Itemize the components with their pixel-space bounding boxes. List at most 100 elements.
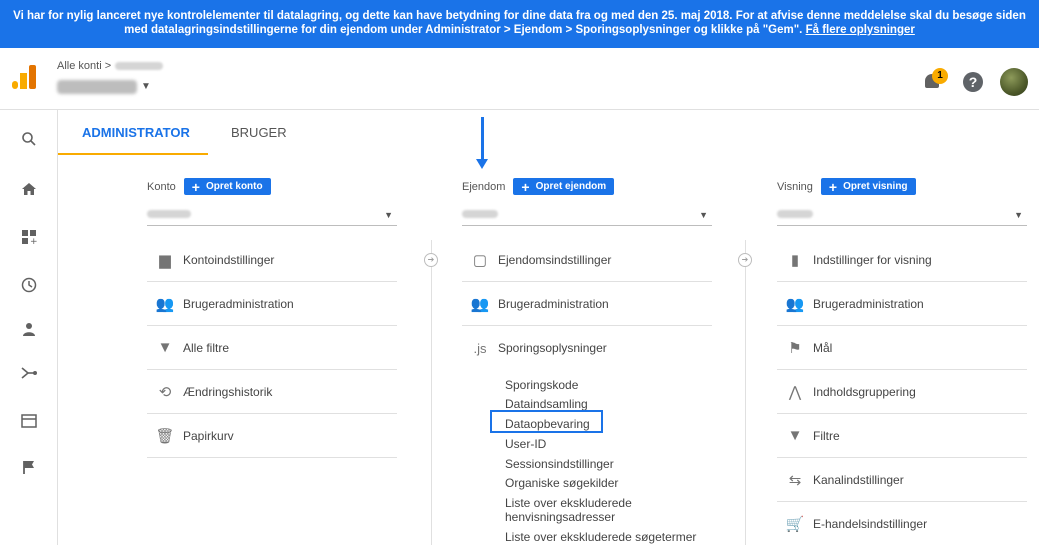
property-column: Ejendom + Opret ejendom ▼ ▢ Ejendomsindsti… <box>462 178 712 544</box>
people-icon: 👥 <box>785 295 805 313</box>
filter-icon: ▼ <box>157 339 173 356</box>
notification-badge: 1 <box>932 68 948 84</box>
highlight-box <box>490 410 603 433</box>
notifications-button[interactable]: 1 <box>922 68 948 92</box>
clock-icon[interactable] <box>0 270 58 300</box>
menu-label: Kontoindstillinger <box>183 252 275 267</box>
submenu-search-term-exclusion-list[interactable]: Liste over ekskluderede søgetermer <box>505 530 705 544</box>
submenu-tracking-code[interactable]: Sporingskode <box>505 378 578 392</box>
account-select[interactable]: ▼ <box>147 206 397 226</box>
menu-label: Indholdsgruppering <box>813 384 916 399</box>
create-account-button[interactable]: + Opret konto <box>183 178 271 195</box>
js-icon: .js <box>473 340 487 356</box>
account-name <box>57 79 137 94</box>
behavior-icon[interactable] <box>0 406 58 436</box>
view-select[interactable]: ▼ <box>777 206 1027 226</box>
active-tab-indicator <box>58 153 208 155</box>
create-property-label: Opret ejendom <box>535 181 607 192</box>
property-label: Ejendom <box>462 180 506 193</box>
menu-label: Brugeradministration <box>183 296 294 311</box>
create-property-button[interactable]: + Opret ejendom <box>513 178 615 195</box>
menu-filters[interactable]: ▼ Filtre <box>777 414 1027 458</box>
menu-tracking-info[interactable]: .js Sporingsoplysninger <box>462 326 712 370</box>
create-view-label: Opret visning <box>843 181 908 192</box>
menu-all-filters[interactable]: ▼ Alle filtre <box>147 326 397 370</box>
chevron-down-icon: ▼ <box>1014 210 1023 220</box>
annotation-arrow <box>476 117 488 169</box>
column-divider <box>745 240 746 545</box>
menu-account-user-management[interactable]: 👥 Brugeradministration <box>147 282 397 326</box>
chevron-down-icon: ▼ <box>141 81 151 93</box>
submenu-organic-search-sources[interactable]: Organiske søgekilder <box>505 476 618 490</box>
breadcrumb-all-accounts[interactable]: Alle konti > <box>57 60 111 72</box>
submenu-referral-exclusion-list[interactable]: Liste over ekskluderede henvisningsadres… <box>505 496 705 524</box>
person-icon[interactable] <box>0 314 58 344</box>
menu-ecommerce-settings[interactable]: 🛒 E-handelsindstillinger <box>777 502 1027 546</box>
view-label: Visning <box>777 180 813 193</box>
customization-icon[interactable]: + <box>0 222 58 252</box>
breadcrumb[interactable]: Alle konti > <box>57 60 164 72</box>
arrow-right-icon: ➔ <box>424 253 438 267</box>
cart-icon: 🛒 <box>785 516 805 533</box>
property-select-value <box>462 210 498 218</box>
account-select-value <box>147 210 191 218</box>
chevron-down-icon: ▼ <box>384 210 393 220</box>
menu-label: Sporingsoplysninger <box>498 341 607 355</box>
account-label: Konto <box>147 180 176 193</box>
breadcrumb-account-name <box>115 62 164 71</box>
flag-icon: ⚑ <box>788 339 802 357</box>
menu-change-history[interactable]: ⟲ Ændringshistorik <box>147 370 397 414</box>
person-walking-icon: ⋀ <box>788 383 802 401</box>
menu-property-user-management[interactable]: 👥 Brugeradministration <box>462 282 712 326</box>
menu-label: Ændringshistorik <box>183 384 273 399</box>
admin-tabs: ADMINISTRATOR BRUGER <box>58 110 1039 155</box>
window-icon: ▢ <box>472 251 488 269</box>
menu-label: Mål <box>813 340 833 355</box>
menu-label: Alle filtre <box>183 340 230 355</box>
view-select-value <box>777 210 813 218</box>
menu-channel-settings[interactable]: ⇆ Kanalindstillinger <box>777 458 1027 502</box>
menu-view-user-management[interactable]: 👥 Brugeradministration <box>777 282 1027 326</box>
menu-label: E-handelsindstillinger <box>813 517 928 531</box>
submenu-data-collection[interactable]: Dataindsamling <box>505 397 588 411</box>
avatar[interactable] <box>1000 68 1028 96</box>
acquisition-icon[interactable] <box>0 358 58 388</box>
menu-view-settings[interactable]: ▮ Indstillinger for visning <box>777 238 1027 282</box>
menu-goals[interactable]: ⚑ Mål <box>777 326 1027 370</box>
menu-account-settings[interactable]: ▆ Kontoindstillinger <box>147 238 397 282</box>
submenu-user-id[interactable]: User-ID <box>505 437 546 451</box>
menu-label: Papirkurv <box>183 428 234 443</box>
analytics-logo-icon[interactable] <box>12 65 36 89</box>
submenu-session-settings[interactable]: Sessionsindstillinger <box>505 457 614 471</box>
tab-administrator[interactable]: ADMINISTRATOR <box>82 125 190 140</box>
document-icon: ▮ <box>790 251 800 269</box>
create-account-label: Opret konto <box>205 181 263 192</box>
search-icon[interactable] <box>0 124 58 154</box>
account-selector[interactable]: ▼ <box>57 78 151 96</box>
top-bar: Alle konti > ▼ 1 ? <box>0 48 1039 110</box>
create-view-button[interactable]: + Opret visning <box>820 178 916 195</box>
menu-label: Indstillinger for visning <box>813 252 932 267</box>
menu-content-grouping[interactable]: ⋀ Indholdsgruppering <box>777 370 1027 414</box>
help-icon[interactable]: ? <box>963 72 983 92</box>
tab-user[interactable]: BRUGER <box>231 125 287 140</box>
chevron-down-icon: ▼ <box>699 210 708 220</box>
property-select[interactable]: ▼ <box>462 206 712 226</box>
svg-text:+: + <box>30 237 37 245</box>
channel-icon: ⇆ <box>788 471 802 489</box>
home-icon[interactable] <box>0 174 58 204</box>
flag-icon[interactable] <box>0 452 58 482</box>
account-column: Konto + Opret konto ▼ ▆ Kontoindstillinger… <box>147 178 397 458</box>
banner-more-info-link[interactable]: Få flere oplysninger <box>806 24 915 36</box>
people-icon: 👥 <box>155 295 175 313</box>
view-column: Visning + Opret visning ▼ ▮ Indstillinger … <box>777 178 1027 533</box>
menu-trash[interactable]: 🗑 Papirkurv <box>147 414 397 458</box>
arrow-right-icon: ➔ <box>738 253 752 267</box>
menu-property-settings[interactable]: ▢ Ejendomsindstillinger <box>462 238 712 282</box>
menu-label: Brugeradministration <box>498 296 609 311</box>
building-icon: ▆ <box>159 251 171 269</box>
menu-label: Kanalindstillinger <box>813 472 904 487</box>
plus-icon: + <box>828 178 838 195</box>
plus-icon: + <box>191 178 200 195</box>
trash-icon: 🗑 <box>155 427 175 445</box>
